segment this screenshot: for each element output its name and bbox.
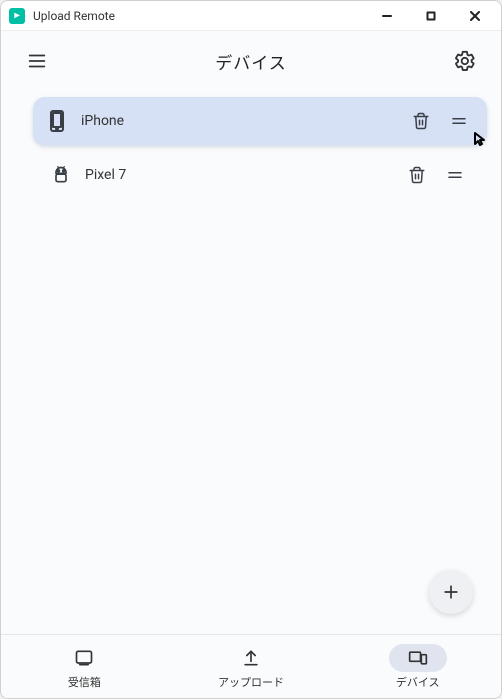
bottom-nav: 受信箱 アップロード デバイス xyxy=(1,634,501,698)
maximize-button[interactable] xyxy=(409,2,453,30)
device-name: Pixel 7 xyxy=(85,167,393,183)
delete-button[interactable] xyxy=(403,161,431,189)
page-title: デバイス xyxy=(215,49,287,74)
add-device-fab[interactable] xyxy=(429,570,473,614)
inbox-icon xyxy=(74,648,94,668)
nav-label: 受信箱 xyxy=(68,674,101,690)
nav-devices[interactable]: デバイス xyxy=(334,635,501,698)
phone-icon xyxy=(43,107,71,135)
device-name: iPhone xyxy=(81,113,397,129)
device-row-iphone[interactable]: iPhone xyxy=(33,97,487,145)
nav-upload[interactable]: アップロード xyxy=(168,635,335,698)
window-title: Upload Remote xyxy=(33,9,115,23)
app-icon: ▸ xyxy=(9,8,25,24)
settings-button[interactable] xyxy=(447,43,483,79)
nav-label: デバイス xyxy=(396,674,440,690)
android-icon xyxy=(47,164,75,186)
delete-button[interactable] xyxy=(407,107,435,135)
nav-label: アップロード xyxy=(218,674,284,690)
app-window: ▸ Upload Remote デバイス xyxy=(0,0,502,699)
titlebar: ▸ Upload Remote xyxy=(1,1,501,31)
devices-icon xyxy=(408,648,428,668)
topbar: デバイス xyxy=(1,31,501,91)
menu-button[interactable] xyxy=(19,43,55,79)
device-list: iPhone Pixel 7 xyxy=(1,91,501,634)
nav-inbox[interactable]: 受信箱 xyxy=(1,635,168,698)
device-row-pixel[interactable]: Pixel 7 xyxy=(37,151,483,199)
content-area: デバイス iPhone xyxy=(1,31,501,698)
upload-icon xyxy=(241,648,261,668)
minimize-button[interactable] xyxy=(365,2,409,30)
close-button[interactable] xyxy=(453,2,497,30)
reorder-handle[interactable] xyxy=(445,107,473,135)
cursor-icon xyxy=(473,131,489,147)
reorder-handle[interactable] xyxy=(441,161,469,189)
